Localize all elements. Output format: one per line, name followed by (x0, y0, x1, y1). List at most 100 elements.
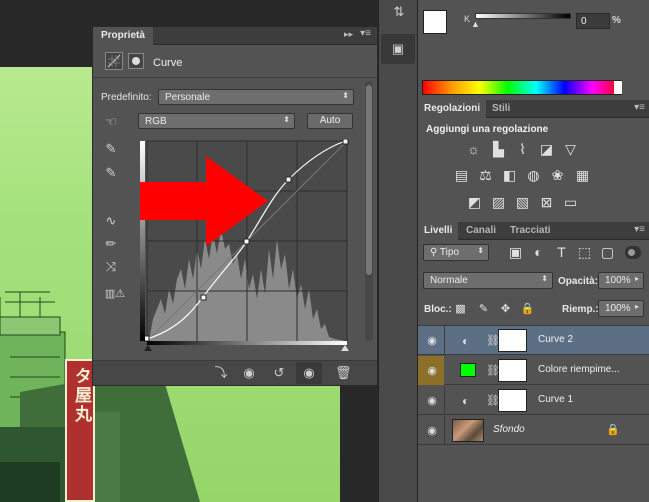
dropdown-arrow-icon: ▸ (634, 274, 639, 283)
adjustments-heading: Aggiungi una regolazione (426, 124, 549, 135)
exposure-icon[interactable]: ◪ (538, 141, 555, 158)
filter-pixel-icon[interactable]: ▣ (507, 244, 524, 261)
auto-button[interactable]: Auto (307, 113, 353, 129)
k-label: K (464, 14, 471, 24)
tab-channels[interactable]: Canali (460, 222, 502, 240)
panel-menu-icon[interactable]: ▾≡ (360, 28, 371, 39)
filter-toggle[interactable] (625, 246, 641, 259)
divider (93, 77, 377, 78)
background-thumb[interactable] (452, 419, 484, 442)
layer-name[interactable]: Curve 2 (538, 334, 573, 345)
blend-mode-value: Normale (430, 275, 468, 286)
curve-edit-icon[interactable]: ∿ (103, 213, 119, 229)
curves-adj-icon[interactable]: ⌇ (514, 141, 531, 158)
layer-row-fill[interactable]: ◉ ⛓ Colore riempime... (418, 356, 649, 385)
lock-all-icon[interactable]: 🔒 (519, 301, 536, 318)
filter-type-icon[interactable]: T (553, 244, 570, 261)
foreground-color-swatch[interactable] (423, 10, 447, 34)
photo-filter-icon[interactable]: ◍ (525, 167, 542, 184)
color-balance-icon[interactable]: ⚖ (477, 167, 494, 184)
layer-mask-thumb[interactable] (498, 389, 527, 412)
posterize-icon[interactable]: ▨ (490, 194, 507, 211)
black-white-icon[interactable]: ◧ (501, 167, 518, 184)
on-image-adjust-icon[interactable]: ☜ (103, 114, 119, 130)
layer-name[interactable]: Sfondo (493, 424, 525, 435)
opacity-value: 100% (605, 275, 631, 286)
lock-position-icon[interactable]: ✥ (497, 301, 514, 318)
mask-icon[interactable] (128, 53, 144, 69)
filter-smart-object-icon[interactable]: ▢ (599, 244, 616, 261)
search-icon: ⚲ (430, 247, 440, 258)
channel-dropdown[interactable]: RGB ⬍ (138, 113, 295, 129)
collapsed-panel-strip: ⇅ ▣ (378, 0, 418, 502)
document-canvas[interactable]: タ屋丸 Proprietà ▸▸ ▾≡ Curve Predefinito: P… (0, 0, 377, 502)
layer-row-background[interactable]: ◉ Sfondo 🔒 (418, 416, 649, 445)
view-previous-icon[interactable]: ◉ (241, 365, 257, 381)
opacity-label: Opacità: (558, 276, 599, 287)
panel-menu-icon[interactable]: ▾≡ (634, 224, 645, 235)
smooth-icon[interactable]: ⤨ (103, 259, 119, 275)
eye-icon: ◉ (303, 365, 315, 380)
properties-icon-button[interactable]: ▣ (381, 34, 415, 64)
hue-saturation-icon[interactable]: ▤ (453, 167, 470, 184)
selective-color-icon[interactable]: ⊠ (538, 194, 555, 211)
layer-mask-thumb[interactable] (498, 359, 527, 382)
layer-name[interactable]: Colore riempime... (538, 364, 620, 375)
dropdown-arrow-icon: ⬍ (342, 91, 349, 100)
red-arrow (140, 156, 268, 246)
threshold-icon[interactable]: ▧ (514, 194, 531, 211)
properties-scrollbar[interactable] (365, 81, 373, 341)
gradient-map-icon[interactable]: ▭ (562, 194, 579, 211)
tab-properties[interactable]: Proprietà (93, 27, 153, 45)
channel-mixer-icon[interactable]: ❀ (549, 167, 566, 184)
history-icon[interactable]: ⇅ (383, 0, 415, 26)
trash-icon[interactable]: 🗑 (335, 365, 352, 381)
tab-styles[interactable]: Stili (486, 100, 516, 118)
panel-menu-icon[interactable]: ▾≡ (634, 102, 645, 113)
color-lookup-icon[interactable]: ▦ (574, 167, 591, 184)
tab-paths[interactable]: Tracciati (504, 222, 557, 240)
eye-icon[interactable]: ◉ (422, 394, 442, 407)
eye-icon[interactable]: ◉ (422, 424, 442, 437)
layer-mask-thumb[interactable] (498, 329, 527, 352)
layers-empty-area (418, 446, 649, 502)
blend-mode-dropdown[interactable]: Normale ⬍ (423, 272, 553, 289)
levels-icon[interactable]: ▙ (490, 141, 507, 158)
clip-to-layer-icon[interactable]: ⤵ (213, 365, 229, 381)
layer-row-curve-2[interactable]: ◉ ◐ ⛓ Curve 2 (418, 326, 649, 355)
filter-value: Tipo (439, 247, 460, 258)
visibility-toggle[interactable]: ◉ (296, 362, 322, 384)
opacity-input[interactable]: 100% ▸ (598, 272, 644, 289)
layer-name[interactable]: Curve 1 (538, 394, 573, 405)
vibrance-icon[interactable]: ▽ (562, 141, 579, 158)
collapse-icon[interactable]: ▸▸ (344, 29, 353, 40)
eye-icon[interactable]: ◉ (422, 334, 442, 347)
tab-adjustments[interactable]: Regolazioni (418, 100, 487, 118)
k-unit: % (612, 15, 621, 26)
color-spectrum[interactable] (422, 80, 622, 95)
panel-name: Curve (153, 57, 183, 69)
fill-label: Riemp.: (562, 304, 599, 315)
channel-value: RGB (145, 116, 167, 127)
layer-row-curve-1[interactable]: ◉ ◐ ⛓ Curve 1 (418, 386, 649, 415)
layer-filter-dropdown[interactable]: ⚲ Tipo ⬍ (423, 244, 489, 261)
slider-handle-icon[interactable]: ▲ (471, 19, 480, 29)
reset-icon[interactable]: ↺ (271, 365, 287, 381)
filter-adjustment-icon[interactable]: ◐ (530, 244, 547, 261)
fill-color-swatch[interactable] (460, 363, 476, 377)
preset-dropdown[interactable]: Personale ⬍ (158, 89, 354, 105)
pencil-icon[interactable]: ✏ (103, 236, 119, 252)
k-value-input[interactable]: 0 (576, 13, 610, 29)
k-slider[interactable] (475, 13, 571, 19)
clipping-warning-icon[interactable]: ▥⚠ (103, 286, 127, 302)
invert-icon[interactable]: ◩ (466, 194, 483, 211)
eye-icon[interactable]: ◉ (422, 364, 442, 377)
fill-input[interactable]: 100% ▸ (598, 300, 644, 317)
tab-layers[interactable]: Livelli (418, 222, 459, 240)
filter-shape-icon[interactable]: ⬚ (576, 244, 593, 261)
brightness-icon[interactable]: ☼ (465, 141, 482, 158)
black-point-eyedropper-icon[interactable]: ✎ (103, 141, 119, 157)
lock-transparent-icon[interactable]: ▩ (452, 301, 469, 318)
gray-point-eyedropper-icon[interactable]: ✎ (103, 165, 119, 181)
lock-pixels-icon[interactable]: ✎ (475, 301, 492, 318)
